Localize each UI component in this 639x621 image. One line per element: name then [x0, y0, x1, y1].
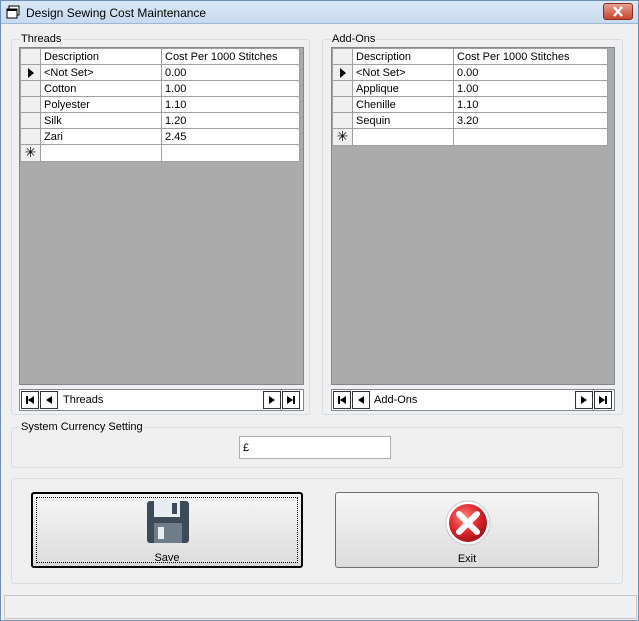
- row-header[interactable]: ✳: [20, 144, 41, 162]
- row-header[interactable]: [332, 80, 353, 97]
- cost-cell[interactable]: 1.10: [453, 96, 608, 113]
- description-cell[interactable]: Zari: [40, 128, 162, 145]
- row-header[interactable]: [20, 96, 41, 113]
- threads-group-label: Threads: [20, 33, 63, 46]
- addons-column-description[interactable]: Description: [352, 48, 454, 65]
- cost-cell[interactable]: 0.00: [161, 64, 300, 81]
- table-row[interactable]: Zari 2.45: [20, 128, 300, 145]
- new-row[interactable]: ✳: [332, 128, 608, 146]
- last-record-icon: [287, 396, 295, 404]
- cost-cell[interactable]: 1.10: [161, 96, 300, 113]
- title-bar[interactable]: Design Sewing Cost Maintenance: [1, 1, 638, 24]
- cost-cell[interactable]: [453, 128, 608, 146]
- table-row[interactable]: Polyester 1.10: [20, 96, 300, 113]
- app-window-icon: [6, 5, 20, 19]
- previous-record-icon: [46, 396, 52, 404]
- threads-grid[interactable]: Description Cost Per 1000 Stitches <Not …: [19, 47, 304, 385]
- cost-cell[interactable]: 0.00: [453, 64, 608, 81]
- row-header[interactable]: [20, 64, 41, 81]
- addons-column-cost[interactable]: Cost Per 1000 Stitches: [453, 48, 608, 65]
- description-cell[interactable]: Chenille: [352, 96, 454, 113]
- previous-record-icon: [358, 396, 364, 404]
- new-row-asterisk-icon: ✳: [24, 144, 37, 160]
- new-row-asterisk-icon: ✳: [336, 128, 349, 144]
- threads-first-button[interactable]: [21, 391, 39, 409]
- last-record-icon: [599, 396, 607, 404]
- table-row[interactable]: Silk 1.20: [20, 112, 300, 129]
- exit-button-label: Exit: [457, 553, 477, 565]
- row-header[interactable]: [20, 112, 41, 129]
- threads-next-button[interactable]: [263, 391, 281, 409]
- addons-prev-button[interactable]: [352, 391, 370, 409]
- status-bar: [4, 595, 637, 619]
- next-record-icon: [581, 396, 587, 404]
- cost-cell[interactable]: 1.00: [453, 80, 608, 97]
- threads-navigator: Threads: [19, 389, 304, 411]
- threads-column-description[interactable]: Description: [40, 48, 162, 65]
- threads-navigator-label: Threads: [63, 394, 104, 406]
- row-header-corner: [332, 48, 353, 65]
- description-cell[interactable]: Polyester: [40, 96, 162, 113]
- description-cell[interactable]: <Not Set>: [40, 64, 162, 81]
- close-button[interactable]: [603, 3, 633, 20]
- addons-grid[interactable]: Description Cost Per 1000 Stitches <Not …: [331, 47, 615, 385]
- floppy-disk-icon: [147, 501, 189, 543]
- table-row[interactable]: Applique 1.00: [332, 80, 608, 97]
- description-cell[interactable]: [352, 128, 454, 146]
- row-header[interactable]: [332, 112, 353, 129]
- current-row-arrow-icon: [27, 67, 34, 78]
- description-cell[interactable]: Applique: [352, 80, 454, 97]
- cost-cell[interactable]: 2.45: [161, 128, 300, 145]
- next-record-icon: [269, 396, 275, 404]
- row-header[interactable]: [332, 64, 353, 81]
- table-row[interactable]: <Not Set> 0.00: [332, 64, 608, 81]
- description-cell[interactable]: Cotton: [40, 80, 162, 97]
- cost-cell[interactable]: [161, 144, 300, 162]
- table-row[interactable]: <Not Set> 0.00: [20, 64, 300, 81]
- description-cell[interactable]: Silk: [40, 112, 162, 129]
- currency-symbol-input[interactable]: [239, 436, 391, 459]
- cost-cell[interactable]: 1.00: [161, 80, 300, 97]
- row-header[interactable]: [20, 80, 41, 97]
- currency-group-label: System Currency Setting: [20, 421, 144, 434]
- app-window: Design Sewing Cost Maintenance Threads D…: [0, 0, 639, 621]
- cost-cell[interactable]: 3.20: [453, 112, 608, 129]
- current-row-arrow-icon: [339, 67, 346, 78]
- description-cell[interactable]: <Not Set>: [352, 64, 454, 81]
- row-header[interactable]: ✳: [332, 128, 353, 146]
- table-row[interactable]: Sequin 3.20: [332, 112, 608, 129]
- window-title: Design Sewing Cost Maintenance: [26, 6, 207, 20]
- addons-navigator: Add-Ons: [331, 389, 615, 411]
- addons-navigator-label: Add-Ons: [374, 394, 418, 406]
- cost-cell[interactable]: 1.20: [161, 112, 300, 129]
- first-record-icon: [338, 396, 346, 404]
- exit-x-icon: [445, 500, 491, 546]
- table-row[interactable]: Chenille 1.10: [332, 96, 608, 113]
- description-cell[interactable]: [40, 144, 162, 162]
- addons-table[interactable]: Description Cost Per 1000 Stitches <Not …: [332, 48, 608, 146]
- threads-prev-button[interactable]: [40, 391, 58, 409]
- addons-first-button[interactable]: [333, 391, 351, 409]
- addons-last-button[interactable]: [594, 391, 612, 409]
- description-cell[interactable]: Sequin: [352, 112, 454, 129]
- row-header[interactable]: [20, 128, 41, 145]
- save-button-label: Save: [154, 552, 180, 564]
- threads-table[interactable]: Description Cost Per 1000 Stitches <Not …: [20, 48, 300, 162]
- threads-column-cost[interactable]: Cost Per 1000 Stitches: [161, 48, 300, 65]
- table-row[interactable]: Cotton 1.00: [20, 80, 300, 97]
- close-icon: [613, 6, 623, 17]
- first-record-icon: [26, 396, 34, 404]
- addons-next-button[interactable]: [575, 391, 593, 409]
- new-row[interactable]: ✳: [20, 144, 300, 162]
- threads-last-button[interactable]: [282, 391, 300, 409]
- exit-button[interactable]: Exit: [335, 492, 599, 568]
- addons-group-label: Add-Ons: [331, 33, 377, 46]
- save-button[interactable]: Save: [31, 492, 303, 568]
- row-header-corner: [20, 48, 41, 65]
- row-header[interactable]: [332, 96, 353, 113]
